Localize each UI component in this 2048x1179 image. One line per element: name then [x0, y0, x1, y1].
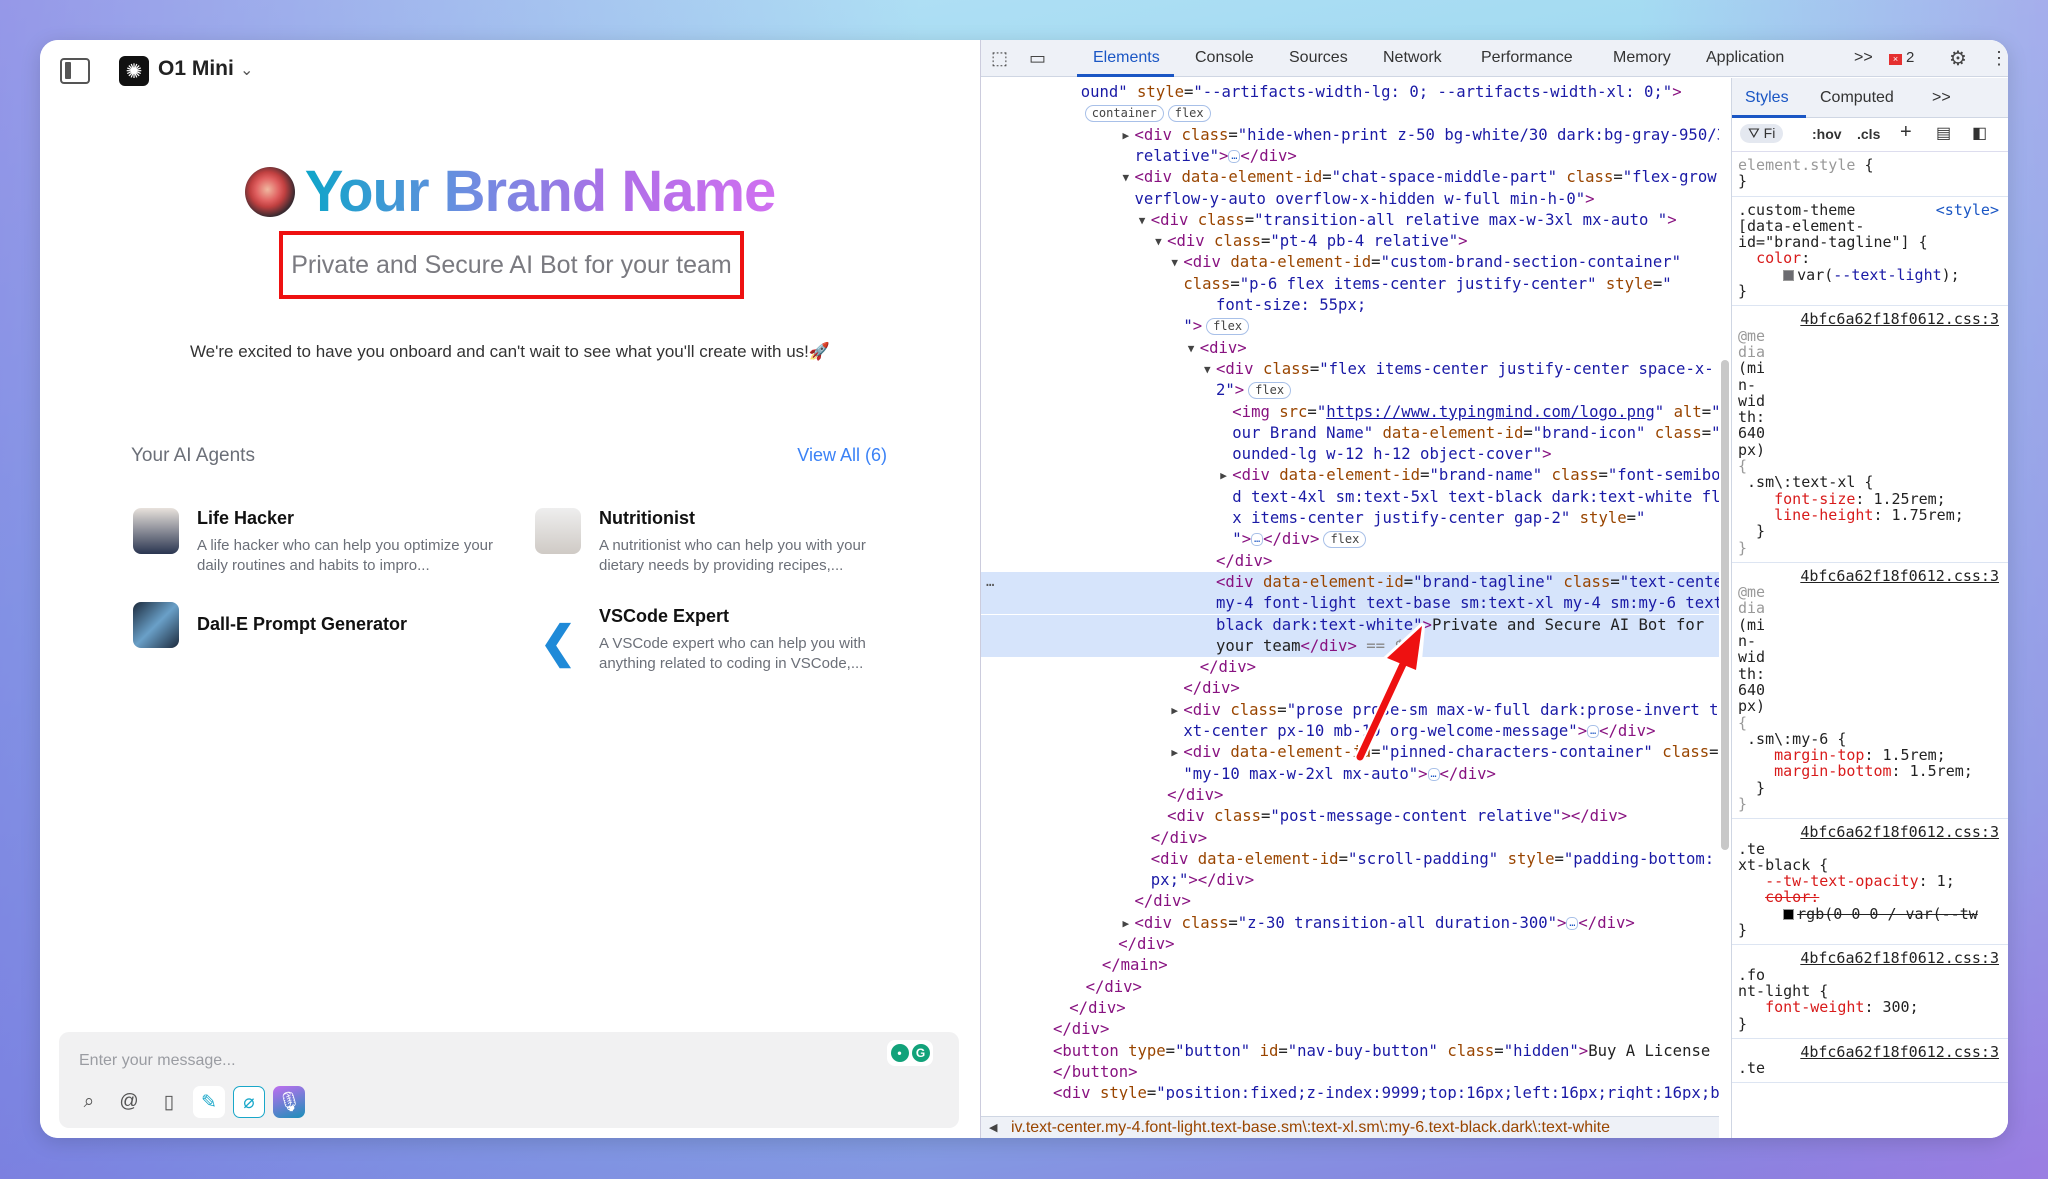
annotation-arrow — [1354, 623, 1425, 763]
